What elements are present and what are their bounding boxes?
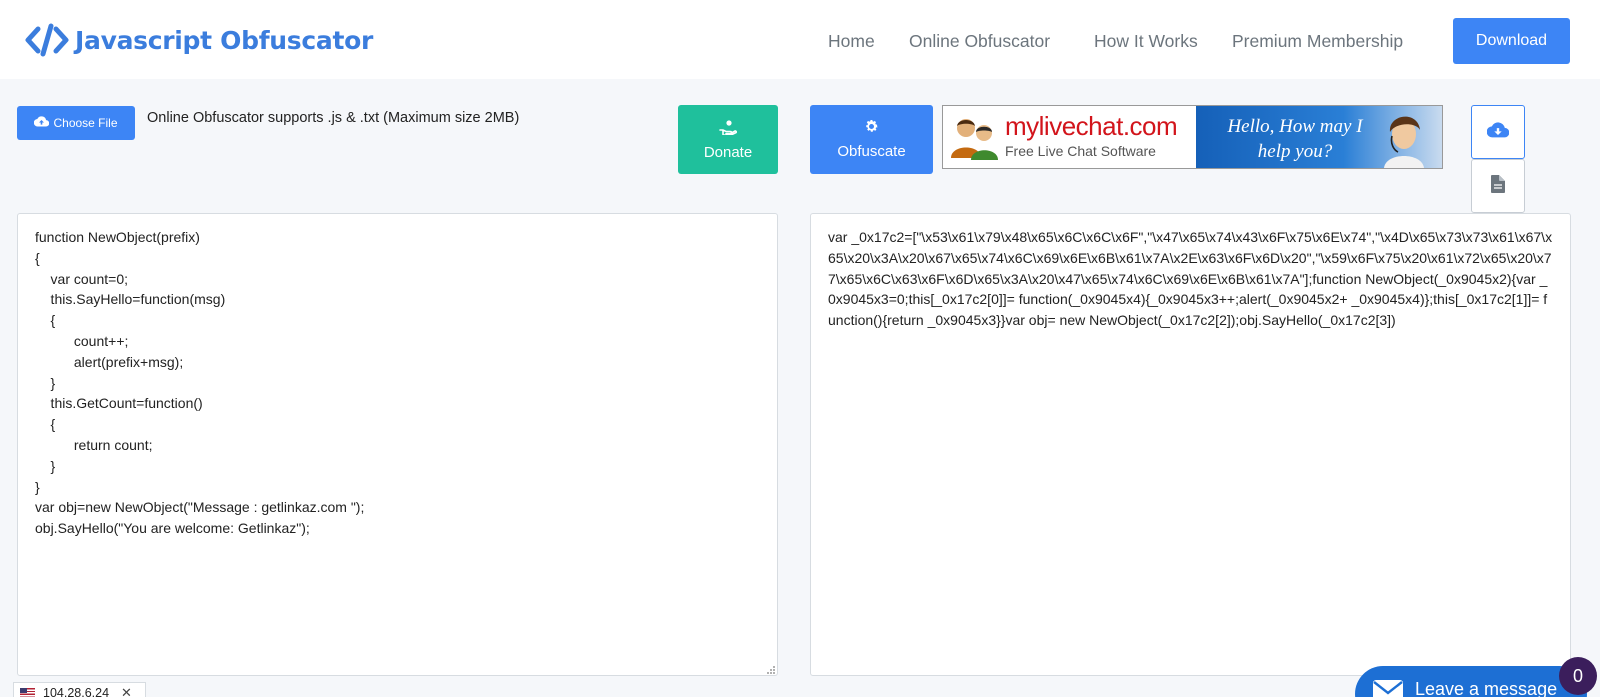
leave-message-button[interactable]: Leave a message — [1355, 666, 1587, 697]
mylivechat-ad-banner[interactable]: mylivechat.com Free Live Chat Software H… — [942, 105, 1443, 169]
nav-home[interactable]: Home — [828, 31, 875, 52]
ad-left-panel: mylivechat.com Free Live Chat Software — [943, 106, 1196, 168]
donate-button[interactable]: Donate — [678, 105, 778, 174]
brand-name: Javascript Obfuscator — [75, 25, 374, 55]
view-file-button[interactable] — [1471, 159, 1525, 213]
support-agent-icon — [1370, 108, 1434, 168]
obfuscate-button[interactable]: Obfuscate — [810, 105, 933, 174]
ad-right-panel: Hello, How may I help you? — [1196, 106, 1442, 168]
envelope-icon — [1373, 680, 1403, 697]
nav-how-it-works[interactable]: How It Works — [1094, 31, 1198, 52]
download-output-button[interactable] — [1471, 105, 1525, 159]
file-icon — [1491, 174, 1505, 198]
chat-people-icon — [947, 114, 1001, 165]
chat-unread-count: 0 — [1559, 657, 1597, 695]
donate-label: Donate — [703, 143, 753, 161]
choose-file-label: Choose File — [53, 116, 118, 130]
ad-greeting: Hello, How may I help you? — [1210, 114, 1380, 164]
ad-tagline: Free Live Chat Software — [1005, 143, 1156, 159]
leave-message-label: Leave a message — [1415, 679, 1558, 697]
source-code-textarea[interactable]: function NewObject(prefix) { var count=0… — [17, 213, 778, 676]
ip-address-text: 104.28.6.24 — [43, 685, 110, 697]
nav-online-obfuscator[interactable]: Online Obfuscator — [909, 31, 1050, 52]
gear-icon — [864, 119, 879, 138]
cloud-upload-icon — [34, 116, 50, 130]
nav-premium-membership[interactable]: Premium Membership — [1232, 31, 1403, 52]
cloud-download-icon — [1486, 121, 1510, 143]
ad-brand-name: mylivechat.com — [1005, 111, 1178, 141]
obfuscate-label: Obfuscate — [837, 143, 906, 160]
file-support-note: Online Obfuscator supports .js & .txt (M… — [147, 110, 520, 126]
code-logo-icon — [25, 23, 69, 57]
resize-grip-icon[interactable] — [766, 665, 776, 675]
us-flag-icon — [20, 687, 35, 697]
ad-greeting-line2: help you? — [1257, 141, 1333, 162]
close-icon[interactable]: ✕ — [121, 685, 132, 697]
ad-greeting-line1: Hello, How may I — [1227, 116, 1363, 137]
donate-hand-icon — [719, 119, 737, 139]
obfuscated-output-textarea[interactable]: var _0x17c2=["\x53\x61\x79\x48\x65\x6C\x… — [810, 213, 1571, 676]
brand[interactable]: Javascript Obfuscator — [25, 22, 373, 58]
choose-file-button[interactable]: Choose File — [17, 106, 135, 140]
ip-address-badge: 104.28.6.24 ✕ — [13, 682, 146, 697]
download-button[interactable]: Download — [1453, 18, 1570, 64]
header: Javascript Obfuscator Home Online Obfusc… — [0, 0, 1600, 79]
